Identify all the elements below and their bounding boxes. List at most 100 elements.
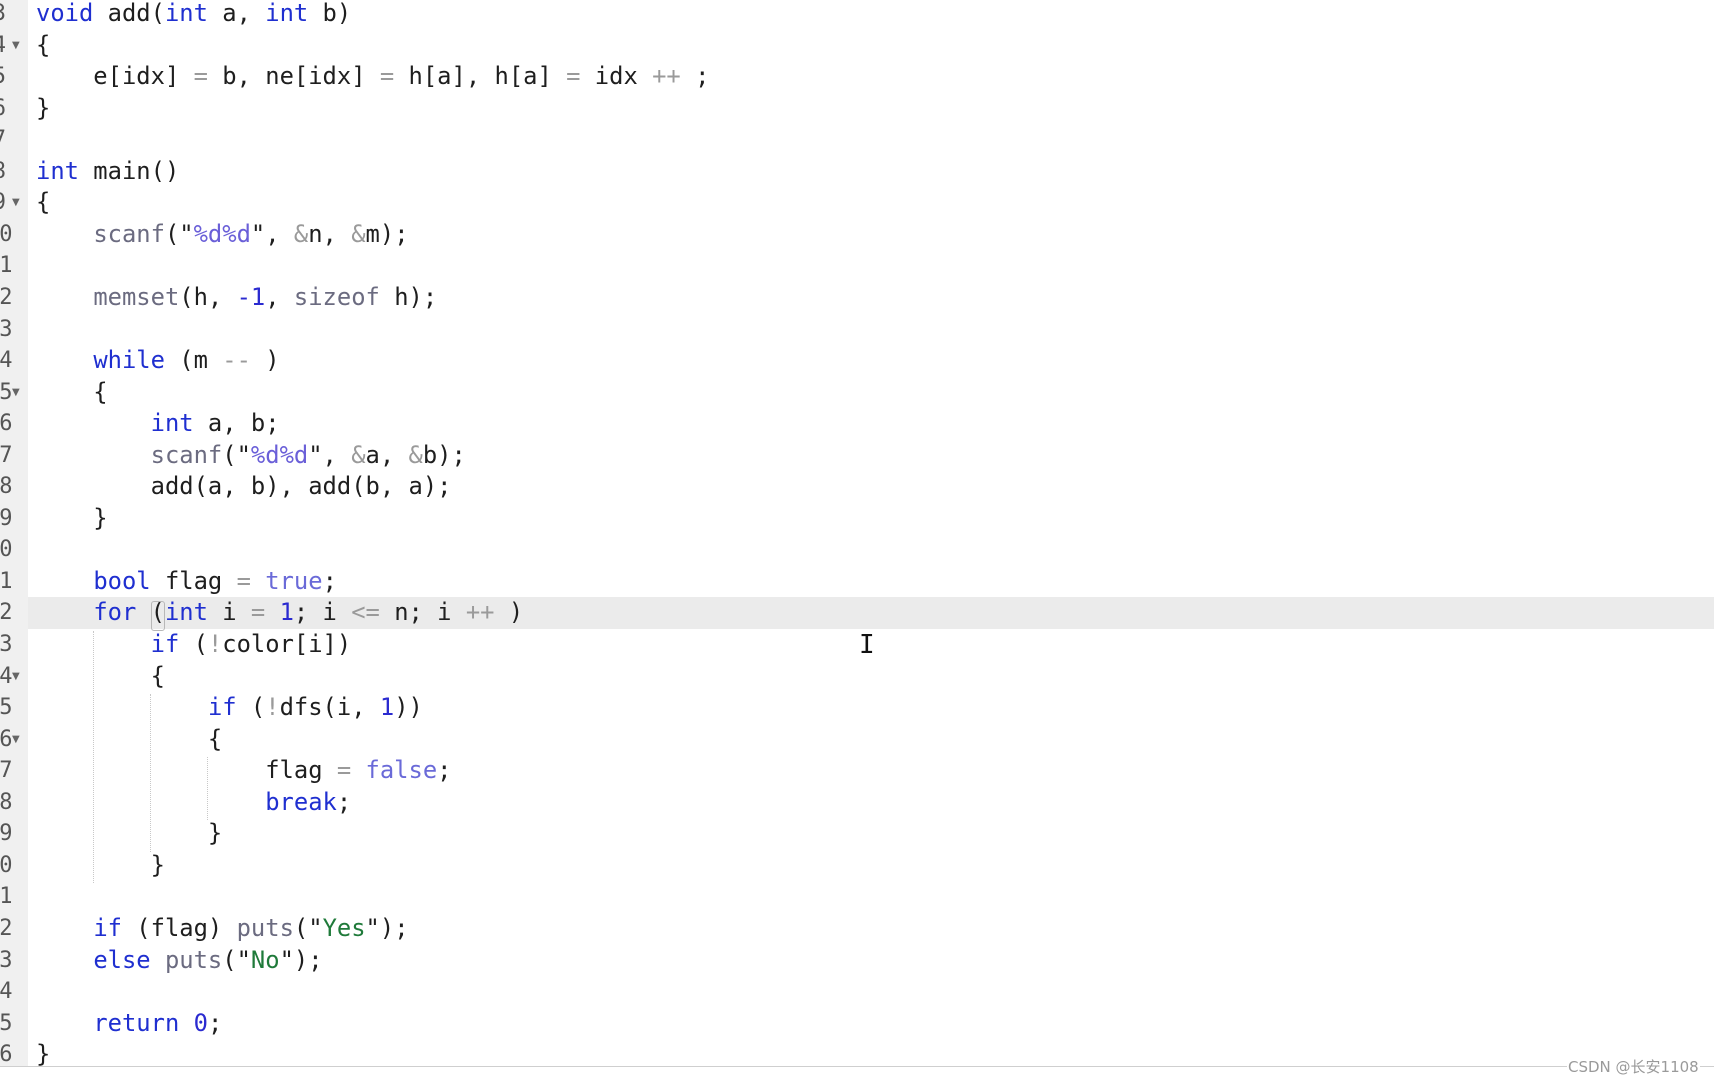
- code-token: idx: [580, 62, 653, 91]
- code-token: (m: [164, 346, 223, 375]
- code-token: a,: [365, 440, 409, 469]
- indent-guide: [93, 631, 94, 883]
- watermark: CSDN @长安1108: [1567, 1056, 1700, 1077]
- code-token: &: [351, 219, 366, 248]
- code-line[interactable]: [0, 124, 1714, 156]
- code-token: scanf: [93, 219, 165, 248]
- code-token: a, b;: [193, 409, 280, 438]
- code-line[interactable]: scanf("%d%d", &a, &b);: [0, 440, 1714, 472]
- code-line[interactable]: {: [0, 377, 1714, 409]
- code-token: sizeof: [293, 282, 380, 311]
- code-line[interactable]: e[idx] = b, ne[idx] = h[a], h[a] = idx +…: [0, 61, 1714, 93]
- code-line[interactable]: [0, 250, 1714, 282]
- current-code-line[interactable]: for (int i = 1; i <= n; i ++ ): [28, 597, 1714, 629]
- code-text: {: [36, 377, 107, 409]
- indent-guide: [207, 757, 208, 820]
- code-token: {: [36, 724, 223, 753]
- code-token: 1: [379, 693, 395, 722]
- code-line[interactable]: }: [0, 850, 1714, 882]
- code-line[interactable]: if (flag) puts("Yes");: [0, 913, 1714, 945]
- code-token: %d%d: [250, 440, 309, 469]
- code-token: for: [93, 598, 137, 627]
- bracket-match-highlight: [151, 601, 165, 631]
- code-token: dfs(i,: [279, 693, 380, 722]
- code-text: e[idx] = b, ne[idx] = h[a], h[a] = idx +…: [36, 61, 709, 93]
- code-editor[interactable]: } return 0; else puts("No"); if (flag) p…: [0, 0, 1714, 1066]
- code-token: =: [379, 62, 395, 91]
- code-token: =: [250, 598, 266, 627]
- code-text: scanf("%d%d", &a, &b);: [36, 440, 466, 472]
- code-token: ++: [465, 598, 495, 627]
- code-token: if: [207, 693, 237, 722]
- code-token: &: [293, 219, 309, 248]
- code-line[interactable]: }: [0, 1039, 1714, 1066]
- code-line[interactable]: }: [0, 818, 1714, 850]
- code-token: <=: [351, 598, 380, 627]
- code-text: {: [36, 30, 50, 62]
- indent-guide: [150, 694, 151, 852]
- text-cursor-icon: I: [859, 630, 875, 660]
- code-line[interactable]: [0, 534, 1714, 566]
- code-token: void: [36, 0, 94, 27]
- code-line[interactable]: if (!dfs(i, 1)): [0, 692, 1714, 724]
- code-line[interactable]: else puts("No");: [0, 945, 1714, 977]
- code-token: m);: [365, 219, 409, 248]
- code-token: ");: [279, 945, 323, 974]
- code-line[interactable]: flag = false;: [0, 755, 1714, 787]
- code-line[interactable]: }: [0, 503, 1714, 535]
- code-line[interactable]: [0, 314, 1714, 346]
- code-line[interactable]: int main(): [0, 156, 1714, 188]
- code-token: }: [36, 503, 108, 532]
- code-line[interactable]: break;: [0, 787, 1714, 819]
- code-token: if: [93, 913, 122, 942]
- code-line[interactable]: while (m -- ): [0, 345, 1714, 377]
- code-line[interactable]: {: [0, 30, 1714, 62]
- code-token: h[a], h[a]: [394, 62, 567, 91]
- code-text: int a, b;: [36, 408, 280, 440]
- code-line[interactable]: void add(int a, int b): [0, 0, 1714, 30]
- code-token: b);: [422, 440, 466, 469]
- code-token: int: [164, 598, 208, 627]
- code-token: ");: [365, 913, 409, 942]
- code-line[interactable]: if (!color[i]): [0, 629, 1714, 661]
- code-line[interactable]: }: [0, 93, 1714, 125]
- code-token: =: [336, 756, 352, 785]
- code-line[interactable]: scanf("%d%d", &n, &m);: [0, 219, 1714, 251]
- code-line[interactable]: int a, b;: [0, 408, 1714, 440]
- code-line[interactable]: bool flag = true;: [0, 566, 1714, 598]
- code-token: puts: [164, 945, 223, 974]
- code-line[interactable]: [0, 881, 1714, 913]
- code-token: )): [394, 693, 423, 722]
- code-text: }: [36, 818, 222, 850]
- divider: [0, 1066, 1714, 1067]
- code-token: if: [150, 630, 180, 658]
- code-text: scanf("%d%d", &n, &m);: [36, 219, 409, 251]
- code-token: i: [207, 598, 251, 627]
- code-token: main(): [78, 156, 180, 185]
- code-token: {: [36, 661, 165, 690]
- code-token: ): [250, 346, 280, 375]
- code-line[interactable]: [0, 976, 1714, 1008]
- code-line[interactable]: {: [0, 187, 1714, 219]
- code-token: (h,: [179, 282, 237, 311]
- code-line[interactable]: {: [0, 724, 1714, 756]
- code-token: =: [236, 566, 251, 595]
- code-token: }: [36, 850, 165, 879]
- code-line[interactable]: return 0;: [0, 1008, 1714, 1040]
- code-line[interactable]: {: [0, 661, 1714, 693]
- code-token: false: [365, 756, 438, 785]
- code-line[interactable]: add(a, b), add(b, a);: [0, 471, 1714, 503]
- code-text: if (!dfs(i, 1)): [36, 692, 423, 724]
- code-token: =: [566, 62, 581, 91]
- code-token: ;: [322, 566, 337, 595]
- code-token: ++: [652, 62, 681, 91]
- code-line[interactable]: memset(h, -1, sizeof h);: [0, 282, 1714, 314]
- code-token: n,: [308, 219, 352, 248]
- code-text: if (!color[i]): [36, 629, 352, 661]
- code-token: ;: [336, 787, 352, 816]
